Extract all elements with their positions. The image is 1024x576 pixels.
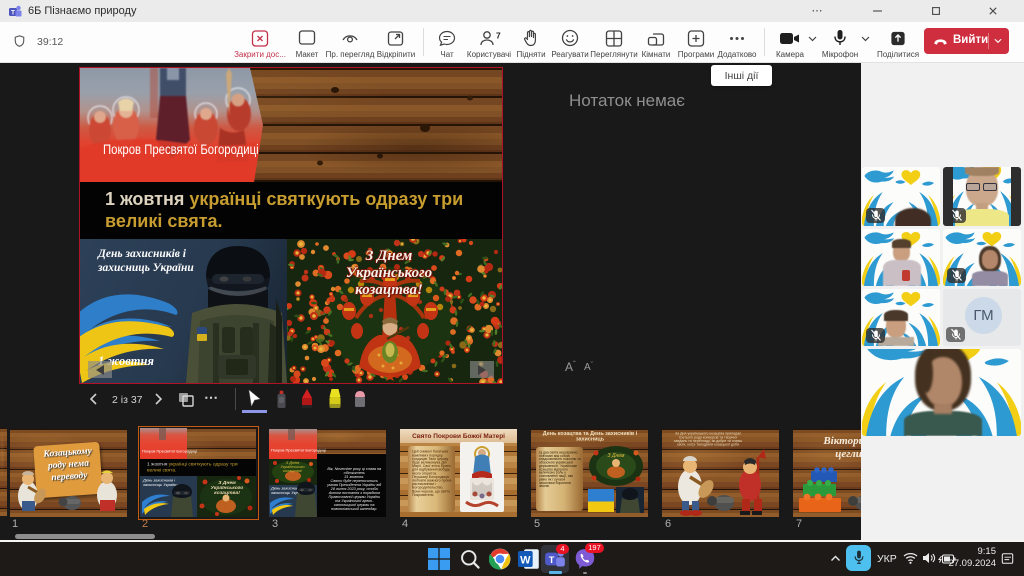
- svg-text:T: T: [549, 555, 555, 565]
- svg-text:З Днем: З Днем: [608, 453, 625, 459]
- svg-text:T: T: [11, 10, 15, 17]
- svg-text:W: W: [520, 554, 531, 566]
